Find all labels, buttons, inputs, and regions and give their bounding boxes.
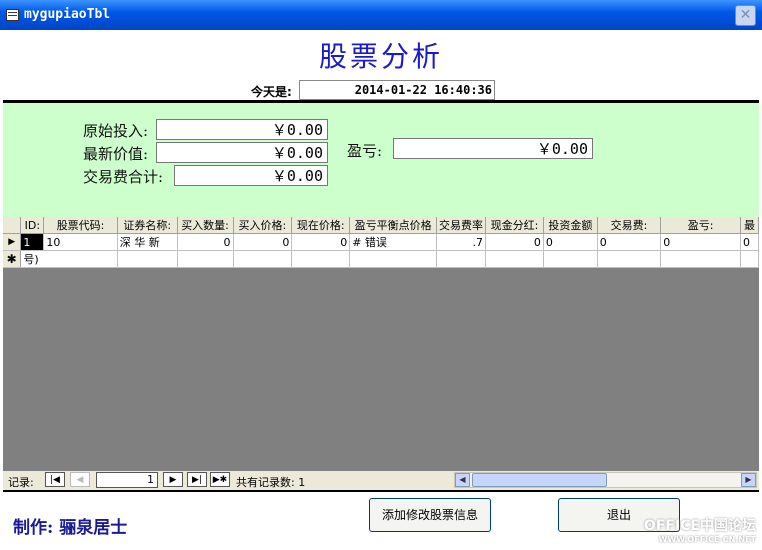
current-record-icon[interactable]: ▶ xyxy=(3,233,22,251)
grid-cell[interactable]: 0 xyxy=(597,233,662,251)
latest-value-field[interactable]: ￥0.00 xyxy=(156,142,328,163)
column-header[interactable]: 交易费: xyxy=(597,217,662,234)
close-button[interactable]: ✕ xyxy=(735,5,756,26)
column-header[interactable]: 投资金额 xyxy=(543,217,598,234)
previous-record-button[interactable]: ◀ xyxy=(70,472,90,487)
grid-cell[interactable]: 0 xyxy=(291,233,351,251)
grid-cell[interactable] xyxy=(660,250,741,268)
fee-total-field[interactable]: ￥0.00 xyxy=(174,165,328,186)
next-record-button[interactable]: ▶ xyxy=(163,472,183,487)
total-records-label: 共有记录数: 1 xyxy=(236,476,306,489)
grid-cell[interactable]: 0 xyxy=(233,233,293,251)
grid-cell[interactable] xyxy=(177,250,234,268)
row-selector-header xyxy=(3,217,22,234)
new-record-row[interactable]: ✱ 号) xyxy=(3,250,759,268)
grid-cell[interactable]: 1 xyxy=(20,233,45,251)
record-label: 记录: xyxy=(8,476,34,489)
summary-panel: 原始投入: ￥0.00 最新价值: ￥0.00 交易费合计: ￥0.00 盈亏:… xyxy=(3,103,759,217)
grid-cell[interactable]: # 错误 xyxy=(349,233,438,251)
last-record-button[interactable]: ▶| xyxy=(187,472,207,487)
column-header[interactable]: ID: xyxy=(20,217,45,234)
grid-cell[interactable] xyxy=(740,250,759,268)
grid-cell[interactable] xyxy=(543,250,598,268)
scrollbar-thumb[interactable] xyxy=(472,473,607,487)
form-header: 股票分析 今天是: 2014-01-22 16:40:36 xyxy=(3,30,759,100)
column-header[interactable]: 盈亏平衡点价格 xyxy=(349,217,438,234)
column-header[interactable]: 盈亏: xyxy=(660,217,741,234)
grid-header-row: ID: 股票代码: 证券名称: 买入数量: 买入价格: 现在价格: 盈亏平衡点价… xyxy=(3,217,759,234)
new-record-button[interactable]: ▶✱ xyxy=(210,472,230,487)
edit-stock-button[interactable]: 添加修改股票信息 xyxy=(369,498,491,532)
title-bar: mygupiaoTbl ✕ xyxy=(0,0,762,30)
grid-cell[interactable]: 0 xyxy=(740,233,759,251)
grid-cell[interactable] xyxy=(485,250,544,268)
watermark-text: OFFICE中国论坛 xyxy=(643,518,756,534)
table-row[interactable]: ▶ 1 10 深 华 新 0 0 0 # 错误 .7 0 0 0 0 0 xyxy=(3,233,759,251)
latest-value-label: 最新价值: xyxy=(83,145,149,163)
scroll-right-arrow-icon[interactable]: ▶ xyxy=(741,473,756,487)
watermark-url: WWW.OFFICE-CN.NET xyxy=(658,535,756,544)
form-icon xyxy=(6,9,19,21)
window-title: mygupiaoTbl xyxy=(24,7,111,22)
column-header[interactable]: 现金分红: xyxy=(485,217,544,234)
grid-cell[interactable] xyxy=(117,250,178,268)
column-header[interactable]: 买入价格: xyxy=(233,217,293,234)
grid-cell[interactable] xyxy=(291,250,351,268)
horizontal-scrollbar[interactable]: ◀ ▶ xyxy=(454,472,757,488)
column-header[interactable]: 股票代码: xyxy=(43,217,118,234)
grid-cell[interactable]: 0 xyxy=(485,233,544,251)
grid-cell[interactable]: 0 xyxy=(177,233,234,251)
new-record-icon[interactable]: ✱ xyxy=(3,250,22,268)
column-header[interactable]: 买入数量: xyxy=(177,217,234,234)
original-investment-label: 原始投入: xyxy=(83,122,149,140)
column-header[interactable]: 证券名称: xyxy=(117,217,178,234)
grid-cell[interactable] xyxy=(436,250,487,268)
grid-cell[interactable]: 0 xyxy=(543,233,598,251)
fee-total-label: 交易费合计: xyxy=(83,168,164,186)
profit-label: 盈亏: xyxy=(347,142,383,160)
grid-cell[interactable]: 深 华 新 xyxy=(117,233,178,251)
today-label: 今天是: xyxy=(251,85,292,99)
profit-field[interactable]: ￥0.00 xyxy=(393,138,593,159)
author-label: 制作: 骊泉居士 xyxy=(13,518,128,538)
grid-cell[interactable]: 号) xyxy=(20,250,118,268)
column-header[interactable]: 最 xyxy=(740,217,759,234)
grid-cell[interactable] xyxy=(597,250,662,268)
current-record-field[interactable]: 1 xyxy=(96,472,158,488)
grid-cell[interactable]: 0 xyxy=(660,233,741,251)
watermark: OFFICE中国论坛 WWW.OFFICE-CN.NET xyxy=(644,515,756,544)
scroll-left-arrow-icon[interactable]: ◀ xyxy=(455,473,470,487)
today-datetime-field[interactable]: 2014-01-22 16:40:36 xyxy=(299,80,495,100)
page-title: 股票分析 xyxy=(318,40,443,73)
grid-cell[interactable] xyxy=(349,250,438,268)
column-header[interactable]: 现在价格: xyxy=(291,217,351,234)
grid-cell[interactable] xyxy=(233,250,293,268)
datasheet-grid: ID: 股票代码: 证券名称: 买入数量: 买入价格: 现在价格: 盈亏平衡点价… xyxy=(3,217,759,471)
column-header[interactable]: 交易费率 xyxy=(436,217,487,234)
grid-cell[interactable]: .7 xyxy=(436,233,487,251)
original-investment-field[interactable]: ￥0.00 xyxy=(156,119,328,140)
grid-cell[interactable]: 10 xyxy=(43,233,118,251)
record-navigation-bar: 记录: |◀ ◀ 1 ▶ ▶| ▶✱ 共有记录数: 1 ◀ ▶ xyxy=(3,471,759,490)
first-record-button[interactable]: |◀ xyxy=(45,472,65,487)
